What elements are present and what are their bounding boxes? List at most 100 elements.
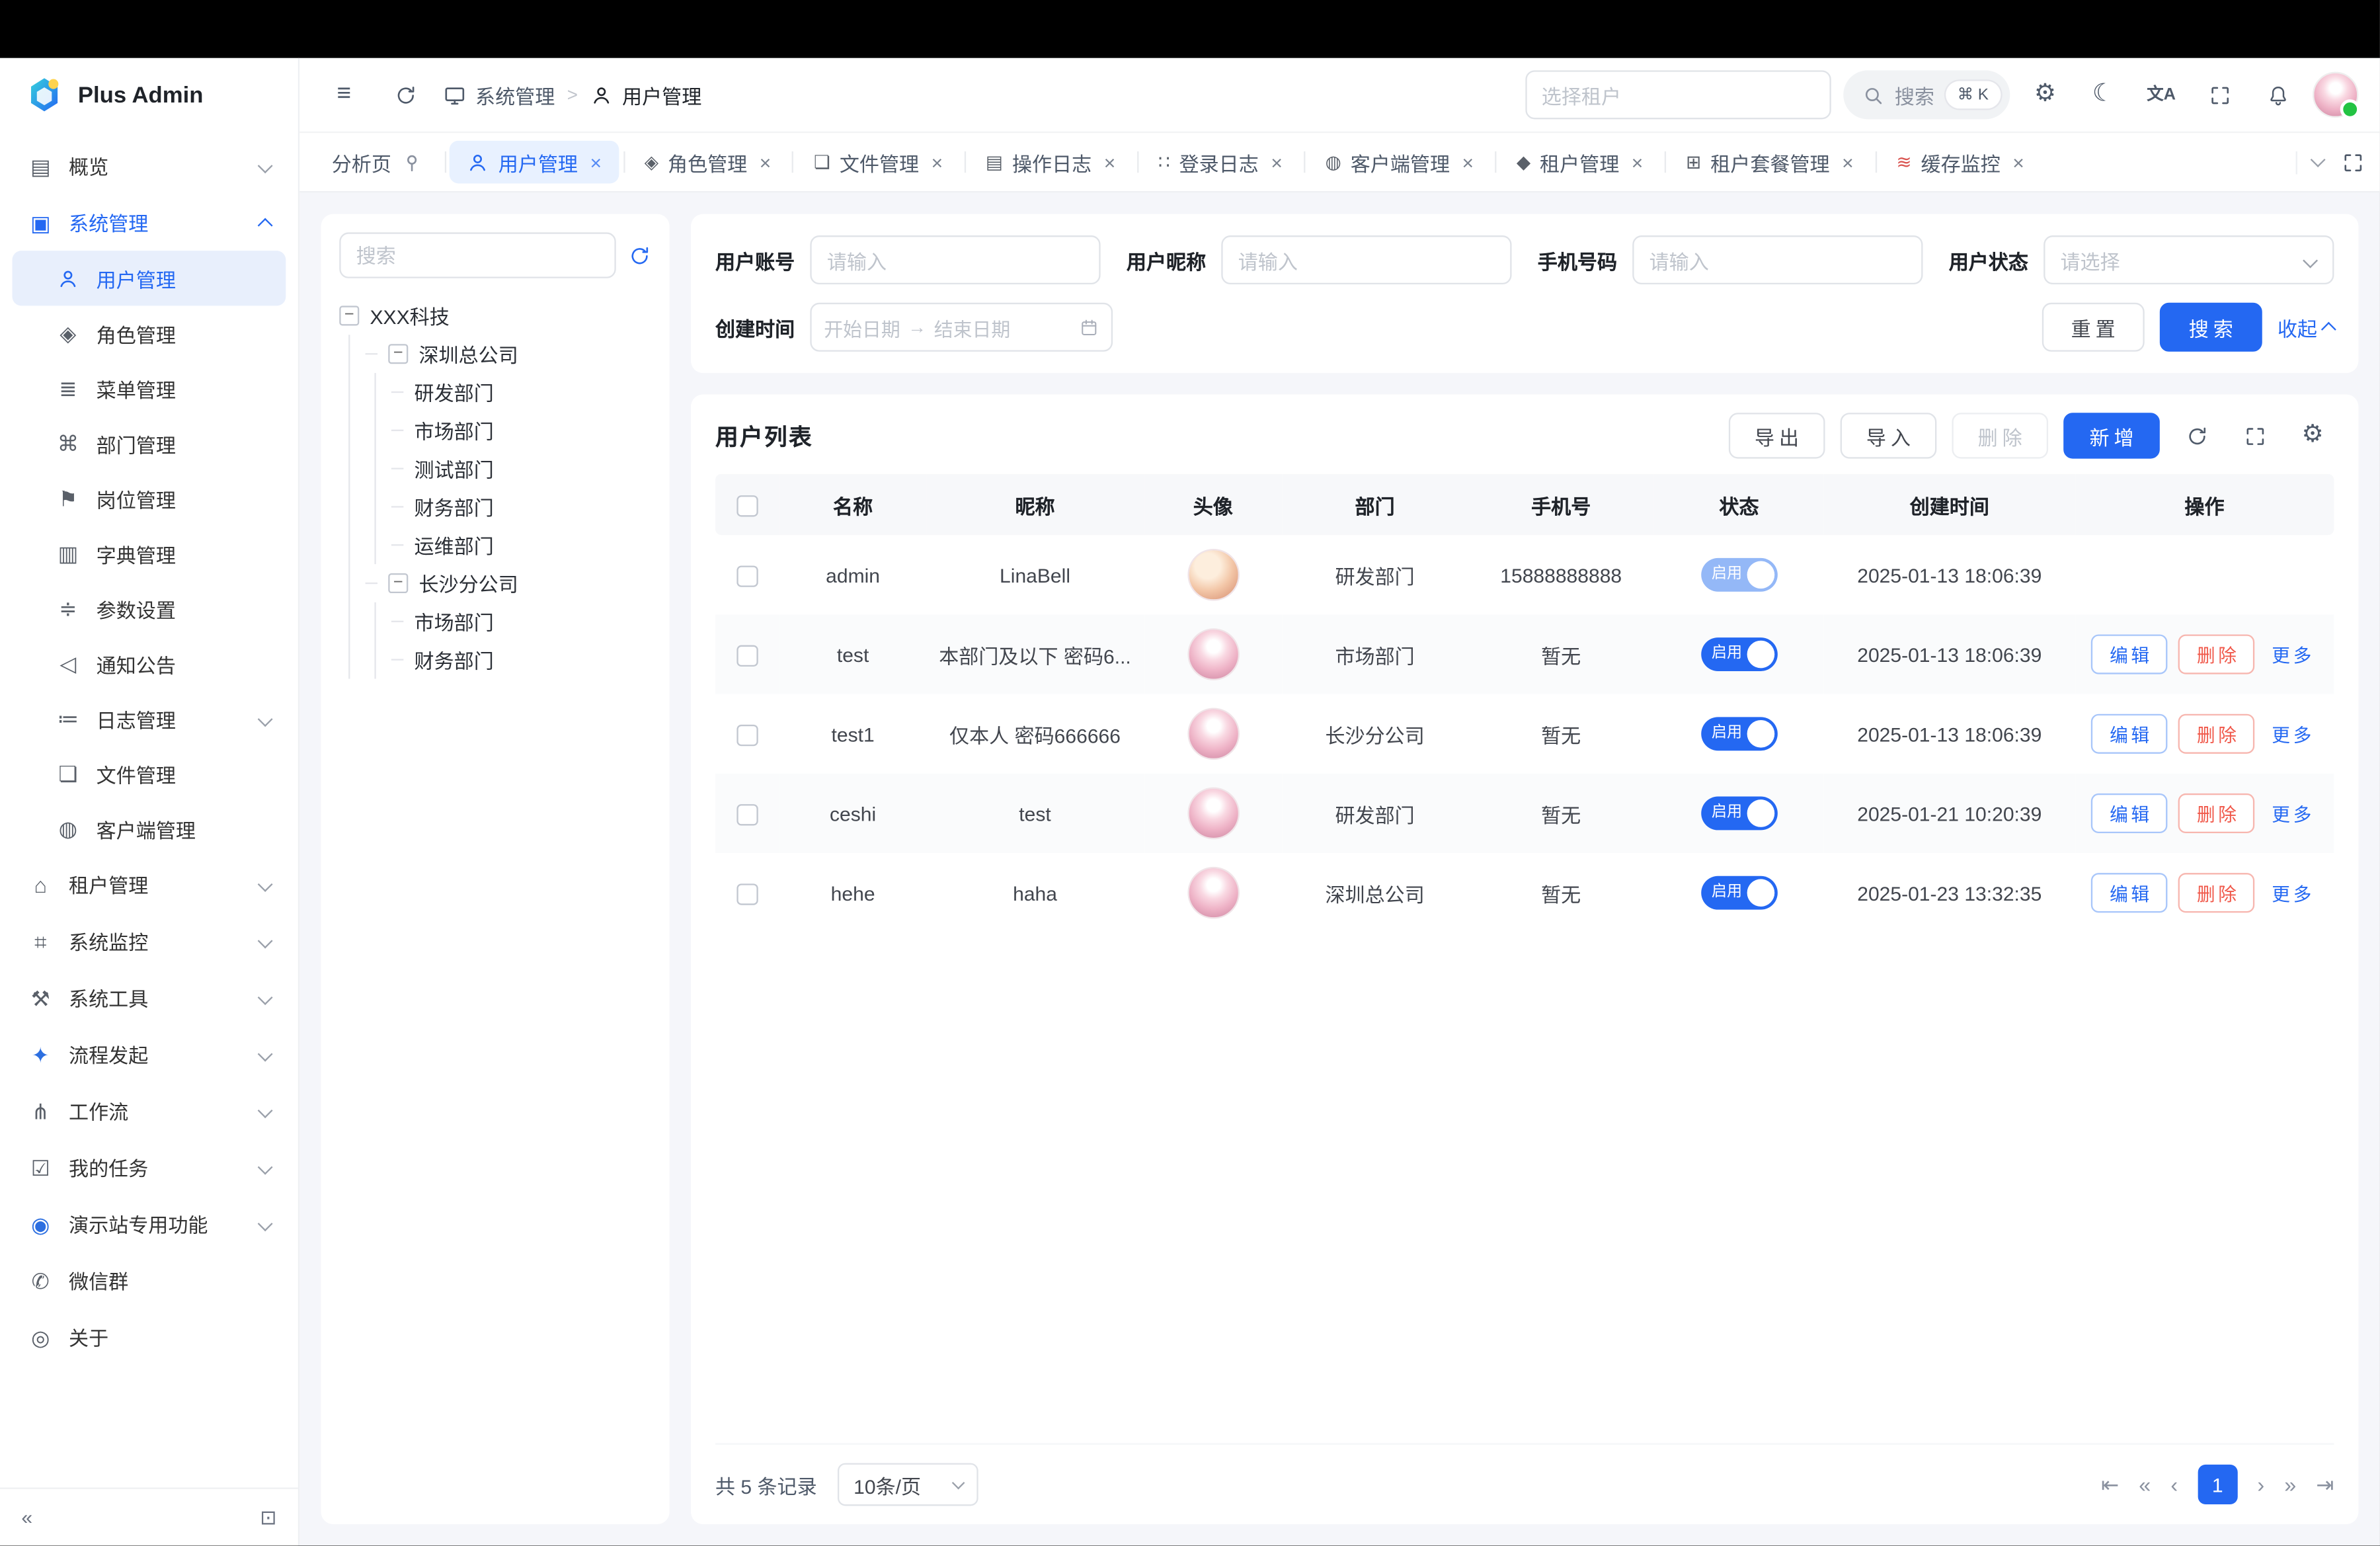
prev-page-button[interactable]: ‹ xyxy=(2170,1474,2178,1495)
tree-node[interactable]: 运维部门 xyxy=(391,526,651,564)
status-toggle[interactable]: 启用 xyxy=(1701,558,1778,592)
last-page-button[interactable]: ⇥ xyxy=(2316,1474,2334,1495)
user-account-input[interactable]: 请输入 xyxy=(810,235,1100,284)
row-delete-button[interactable]: 删除 xyxy=(2178,714,2255,754)
sidebar-subitem-post[interactable]: ⚑岗位管理 xyxy=(12,471,286,526)
sidebar-subitem-menu[interactable]: ≣菜单管理 xyxy=(12,361,286,416)
user-nickname-input[interactable]: 请输入 xyxy=(1221,235,1511,284)
sidebar-item-tasks[interactable]: ☑我的任务 xyxy=(12,1139,286,1196)
tab-close-icon[interactable]: × xyxy=(1104,151,1116,174)
breadcrumb-item-system-management[interactable]: 系统管理 xyxy=(443,80,555,109)
tree-collapse-icon[interactable]: − xyxy=(339,305,359,325)
page-size-select[interactable]: 10条/页 xyxy=(838,1463,979,1506)
row-checkbox[interactable] xyxy=(737,565,758,587)
jump-prev-button[interactable]: « xyxy=(2139,1474,2151,1495)
tab-cache[interactable]: ≋缓存监控× xyxy=(1880,141,2041,184)
tree-node[interactable]: 财务部门 xyxy=(391,488,651,526)
tree-node[interactable]: 研发部门 xyxy=(391,373,651,411)
status-toggle[interactable]: 启用 xyxy=(1701,797,1778,831)
refresh-page-button[interactable] xyxy=(382,72,428,118)
row-delete-button[interactable]: 删除 xyxy=(2178,793,2255,833)
sidebar-subitem-param[interactable]: ≑参数设置 xyxy=(12,581,286,636)
row-checkbox[interactable] xyxy=(737,645,758,666)
sidebar-subitem-role[interactable]: ◈角色管理 xyxy=(12,305,286,360)
tree-node[interactable]: 市场部门 xyxy=(391,602,651,641)
next-page-button[interactable]: › xyxy=(2257,1474,2264,1495)
row-delete-button[interactable]: 删除 xyxy=(2178,873,2255,913)
global-search[interactable]: 搜索 ⌘ K xyxy=(1843,70,2010,119)
fullscreen-icon[interactable] xyxy=(2196,72,2242,118)
row-checkbox[interactable] xyxy=(737,724,758,745)
column-settings-icon[interactable]: ⚙ xyxy=(2291,415,2334,458)
sidebar-subitem-user[interactable]: 用户管理 xyxy=(12,251,286,305)
status-toggle[interactable]: 启用 xyxy=(1701,876,1778,910)
tab-file[interactable]: ❏文件管理× xyxy=(797,141,960,184)
tree-node[interactable]: −深圳总公司 xyxy=(366,335,651,373)
sidebar-item-system[interactable]: ▣系统管理 xyxy=(12,194,286,251)
tree-node[interactable]: −XXX科技 xyxy=(339,297,651,335)
select-all-checkbox[interactable] xyxy=(737,495,758,516)
tree-node[interactable]: 财务部门 xyxy=(391,641,651,679)
sidebar-item-about[interactable]: ◎关于 xyxy=(12,1309,286,1365)
row-delete-button[interactable]: 删除 xyxy=(2178,634,2255,674)
tab-fullscreen-icon[interactable] xyxy=(2342,151,2365,174)
dept-search-input[interactable] xyxy=(339,232,615,278)
settings-gear-icon[interactable]: ⚙ xyxy=(2022,72,2068,118)
status-toggle[interactable]: 启用 xyxy=(1701,717,1778,751)
sidebar-item-workflow[interactable]: ⋔工作流 xyxy=(12,1082,286,1139)
sidebar-subitem-log[interactable]: ≔日志管理 xyxy=(12,691,286,746)
tree-collapse-icon[interactable]: − xyxy=(388,573,408,593)
sidebar-item-monitor[interactable]: ⌗系统监控 xyxy=(12,913,286,969)
tree-collapse-icon[interactable]: − xyxy=(388,344,408,364)
sidebar-subitem-file[interactable]: ❏文件管理 xyxy=(12,746,286,801)
tree-node[interactable]: −长沙分公司 xyxy=(366,564,651,602)
sidebar-item-overview[interactable]: ▤概览 xyxy=(12,138,286,194)
sidebar-item-wechat[interactable]: ✆微信群 xyxy=(12,1252,286,1309)
first-page-button[interactable]: ⇤ xyxy=(2101,1474,2119,1495)
tab-close-icon[interactable]: × xyxy=(1271,151,1283,174)
tab-tenant[interactable]: ◆租户管理× xyxy=(1499,141,1659,184)
tree-refresh-icon[interactable] xyxy=(628,244,651,267)
export-button[interactable]: 导出 xyxy=(1729,413,1825,458)
row-checkbox[interactable] xyxy=(737,804,758,825)
more-button[interactable]: 更多 xyxy=(2266,793,2318,833)
tab-role[interactable]: ◈角色管理× xyxy=(627,141,787,184)
phone-number-input[interactable]: 请输入 xyxy=(1632,235,1923,284)
sidebar-subitem-notice[interactable]: ◁通知公告 xyxy=(12,636,286,691)
sidebar-item-flow-start[interactable]: ✦流程发起 xyxy=(12,1026,286,1082)
tab-close-icon[interactable]: × xyxy=(760,151,772,174)
import-button[interactable]: 导入 xyxy=(1841,413,1937,458)
page-1-button[interactable]: 1 xyxy=(2198,1465,2237,1504)
tab-tenant-package[interactable]: ⊞租户套餐管理× xyxy=(1669,141,1870,184)
tab-close-icon[interactable]: × xyxy=(1842,151,1854,174)
tab-close-icon[interactable]: × xyxy=(2012,151,2024,174)
tab-user[interactable]: 用户管理× xyxy=(450,141,619,184)
more-button[interactable]: 更多 xyxy=(2266,873,2318,913)
edit-button[interactable]: 编辑 xyxy=(2091,714,2168,754)
breadcrumb-item-user-management[interactable]: 用户管理 xyxy=(590,80,702,109)
dark-mode-moon-icon[interactable]: ☾ xyxy=(2081,72,2126,118)
user-status-select[interactable]: 请选择 xyxy=(2043,235,2334,284)
sidebar-subitem-dept[interactable]: ⌘部门管理 xyxy=(12,416,286,471)
tab-analysis[interactable]: 分析页 xyxy=(315,141,440,184)
add-button[interactable]: 新增 xyxy=(2063,413,2160,458)
collapse-filter-link[interactable]: 收起 xyxy=(2278,313,2334,342)
tab-client[interactable]: ◍客户端管理× xyxy=(1308,141,1490,184)
create-time-range-input[interactable]: 开始日期 → 结束日期 xyxy=(810,303,1113,352)
tab-close-icon[interactable]: × xyxy=(590,151,602,174)
sidebar-collapse-icon[interactable]: « xyxy=(21,1506,32,1529)
refresh-list-icon[interactable] xyxy=(2175,415,2218,458)
tab-close-icon[interactable]: × xyxy=(932,151,943,174)
more-button[interactable]: 更多 xyxy=(2266,634,2318,674)
jump-next-button[interactable]: » xyxy=(2284,1474,2296,1495)
sidebar-subitem-client[interactable]: ◍客户端管理 xyxy=(12,801,286,856)
tab-login-log[interactable]: ∷登录日志× xyxy=(1142,141,1300,184)
tab-close-icon[interactable]: × xyxy=(1462,151,1474,174)
edit-button[interactable]: 编辑 xyxy=(2091,873,2168,913)
sidebar-item-tenant[interactable]: ⌂租户管理 xyxy=(12,856,286,913)
delete-button[interactable]: 删除 xyxy=(1952,413,2048,458)
tab-op-log[interactable]: ▤操作日志× xyxy=(969,141,1132,184)
status-toggle[interactable]: 启用 xyxy=(1701,637,1778,671)
table-fullscreen-icon[interactable] xyxy=(2233,415,2276,458)
edit-button[interactable]: 编辑 xyxy=(2091,634,2168,674)
